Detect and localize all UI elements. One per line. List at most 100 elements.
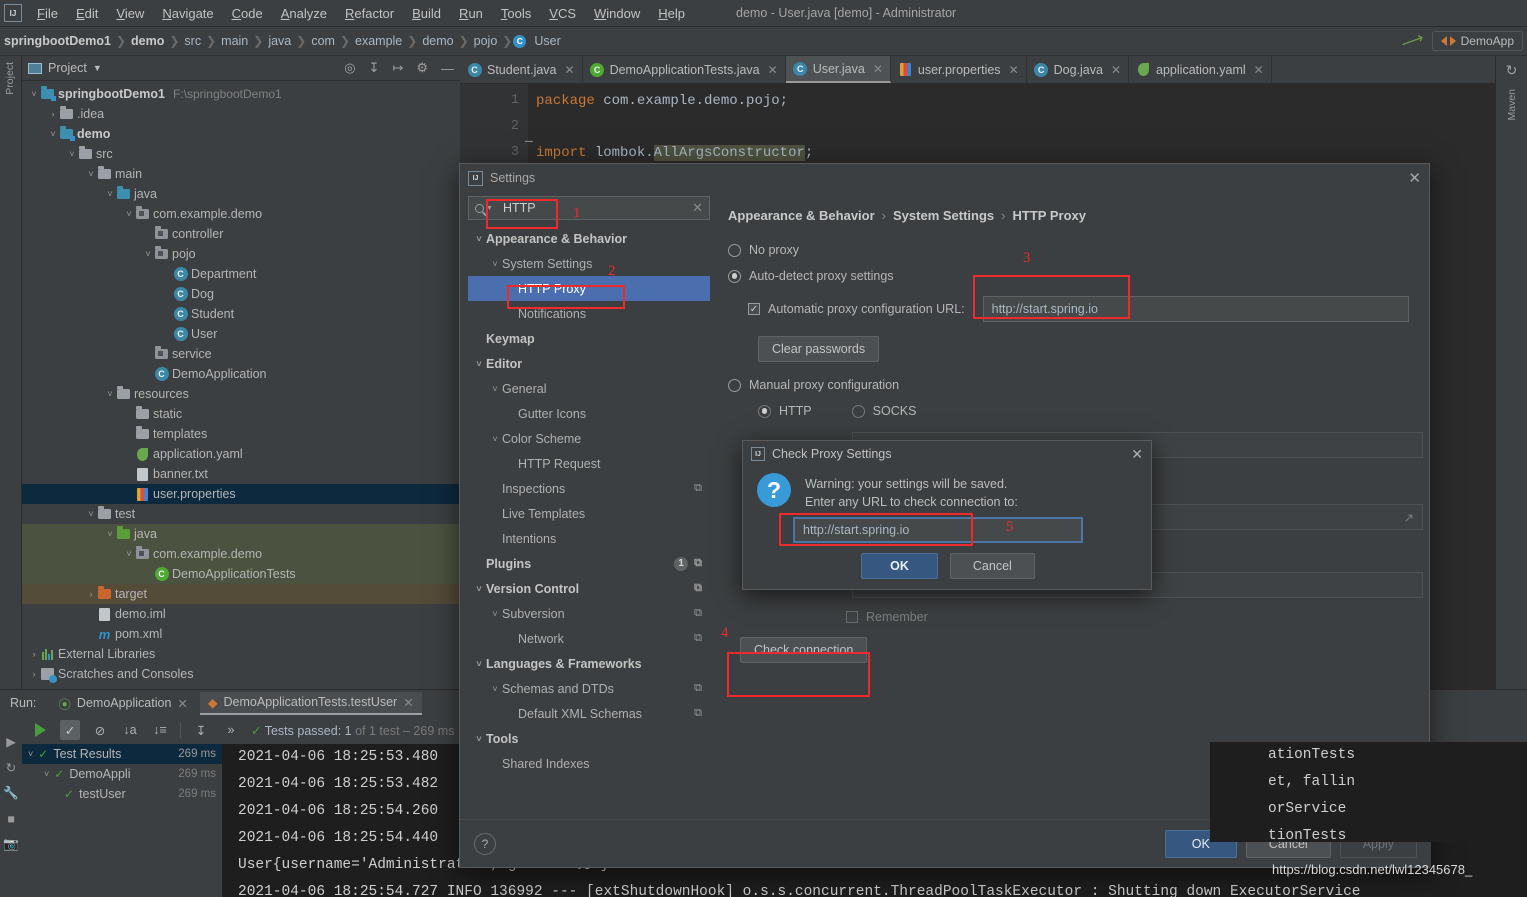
settings-tree-item[interactable]: HTTP Proxy [468,276,710,301]
project-tree-row[interactable]: C User [22,324,460,344]
copy-settings-icon[interactable]: ⧉ [694,582,702,595]
radio-auto-detect[interactable] [728,269,741,283]
http-option[interactable]: HTTP [758,404,812,418]
chevron-down-icon[interactable]: ˅ [488,434,502,444]
breadcrumb-item-project[interactable]: springbootDemo1 [0,34,115,48]
collapse-all-icon[interactable]: ↦ [392,60,403,76]
chevron-down-icon[interactable]: ▼ [486,205,493,212]
expand-all-icon[interactable]: ↧ [191,720,211,740]
project-tree-row[interactable]: templates [22,424,460,444]
chevron-down-icon[interactable]: ˅ [472,234,486,244]
radio-manual-proxy[interactable] [728,378,741,392]
settings-tree-item[interactable]: ˅ Subversion ⧉ [468,601,710,626]
project-tree-row[interactable]: C DemoApplicationTests [22,564,460,584]
project-tree-row[interactable]: static [22,404,460,424]
project-tree-row[interactable]: ˅ resources [22,384,460,404]
run-tab-testuser[interactable]: ◆ DemoApplicationTests.testUser ✕ [199,691,422,715]
chevron-down-icon[interactable]: ˅ [47,129,59,139]
menu-item-run[interactable]: Run [450,3,492,24]
menu-item-refactor[interactable]: Refactor [336,3,403,24]
settings-tree-item[interactable]: Intentions [468,526,710,551]
settings-tree-item[interactable]: Plugins 1 ⧉ [468,551,710,576]
breadcrumb-item-com[interactable]: com [307,34,339,48]
menu-item-window[interactable]: Window [585,3,649,24]
project-tree-row[interactable]: ˅ com.example.demo [22,204,460,224]
test-tree-row[interactable]: ˅ ✓ Test Results 269 ms [22,744,222,764]
settings-tree-item[interactable]: ˅ Tools [468,726,710,751]
breadcrumb-item-pojo[interactable]: pojo [470,34,502,48]
project-tree-row[interactable]: ˅ main [22,164,460,184]
menu-item-edit[interactable]: Edit [67,3,107,24]
settings-breadcrumb-item-1[interactable]: Appearance & Behavior [728,208,875,223]
copy-settings-icon[interactable]: ⧉ [694,632,702,645]
help-icon[interactable]: ? [474,832,496,855]
debug-icon[interactable]: ▶ [6,734,16,749]
sort-alphabetically-icon[interactable]: ↓a [120,720,140,740]
settings-tree-item[interactable]: ˅ Editor [468,351,710,376]
chevron-right-icon[interactable]: › [85,589,97,599]
camera-icon[interactable]: 📷 [3,837,19,852]
project-tree-row[interactable]: controller [22,224,460,244]
clear-passwords-button[interactable]: Clear passwords [758,336,880,362]
settings-tree-item[interactable]: ˅ Appearance & Behavior [468,226,710,251]
settings-tree-item[interactable]: ˅ Schemas and DTDs ⧉ [468,676,710,701]
close-icon[interactable]: ✕ [177,696,187,711]
auto-detect-option[interactable]: Auto-detect proxy settings [728,269,1423,283]
project-tree-row[interactable]: ˅ test [22,504,460,524]
editor-tab[interactable]: C User.java ✕ [785,56,891,83]
settings-tree-item[interactable]: ˅ Languages & Frameworks [468,651,710,676]
project-tree-row[interactable]: m pom.xml [22,624,460,644]
proxy-url-input[interactable]: http://start.spring.io [793,517,1083,543]
chevron-down-icon[interactable]: ˅ [142,249,154,259]
radio-no-proxy[interactable] [728,243,741,257]
menu-item-analyze[interactable]: Analyze [272,3,336,24]
chevron-down-icon[interactable]: ▼ [93,63,102,73]
test-tree-row[interactable]: ˅ ✓ DemoAppli 269 ms [22,764,222,784]
breadcrumb-item-src[interactable]: src [180,34,205,48]
chevron-down-icon[interactable]: ˅ [472,584,486,594]
settings-search-input[interactable]: ▼ HTTP ✕ [468,196,710,220]
menu-item-help[interactable]: Help [649,3,694,24]
project-tree-row[interactable]: › Scratches and Consoles [22,664,460,684]
chevron-right-icon[interactable]: › [28,669,40,679]
editor-tab[interactable]: C DemoApplicationTests.java ✕ [583,56,786,83]
remember-row[interactable]: Remember [846,610,1423,624]
settings-tree-item[interactable]: ˅ Version Control ⧉ [468,576,710,601]
check-connection-button[interactable]: Check connection [740,637,868,663]
radio-http[interactable] [758,404,771,418]
menu-item-vcs[interactable]: VCS [540,3,585,24]
close-icon[interactable]: ✕ [1254,63,1264,77]
checkbox-auto-config-url[interactable]: ✓ [748,303,760,315]
chevron-down-icon[interactable]: ˅ [488,259,502,269]
expand-all-icon[interactable]: ↧ [369,60,380,76]
project-tree-row[interactable]: ˅ src [22,144,460,164]
copy-settings-icon[interactable]: ⧉ [694,557,702,570]
project-tree-row[interactable]: ˅ pojo [22,244,460,264]
chevron-down-icon[interactable]: ˅ [28,89,40,99]
project-tree-row[interactable]: ˅ java [22,184,460,204]
settings-tree-item[interactable]: Notifications [468,301,710,326]
manual-proxy-option[interactable]: Manual proxy configuration [728,378,1423,392]
settings-tree-item[interactable]: Live Templates [468,501,710,526]
run-configuration-selector[interactable]: DemoApp [1431,31,1523,51]
radio-socks[interactable] [851,404,865,418]
project-tree-row[interactable]: ˅ com.example.demo [22,544,460,564]
chevron-down-icon[interactable]: ˅ [28,749,33,759]
settings-tree-item[interactable]: ˅ System Settings [468,251,710,276]
sort-by-duration-icon[interactable]: ↓≡ [150,720,170,740]
project-tree-row[interactable]: user.properties [22,484,460,504]
build-hammer-icon[interactable]: ⟶ [1398,28,1426,55]
clear-icon[interactable]: ✕ [692,200,703,216]
socks-option[interactable]: SOCKS [851,404,916,418]
close-icon[interactable]: ✕ [1408,169,1421,187]
chevron-down-icon[interactable]: ˅ [488,684,502,694]
rerun-tests-icon[interactable] [30,720,50,740]
project-tree-row[interactable]: › .idea [22,104,460,124]
project-tree-row[interactable]: ˅ springbootDemo1 F:\springbootDemo1 [22,84,460,104]
settings-tree-item[interactable]: ˅ Color Scheme [468,426,710,451]
menu-item-tools[interactable]: Tools [492,3,540,24]
settings-tree-item[interactable]: Gutter Icons [468,401,710,426]
editor-tab[interactable]: application.yaml ✕ [1129,56,1272,83]
editor-tab[interactable]: C Dog.java ✕ [1027,56,1130,83]
copy-settings-icon[interactable]: ⧉ [694,482,702,495]
